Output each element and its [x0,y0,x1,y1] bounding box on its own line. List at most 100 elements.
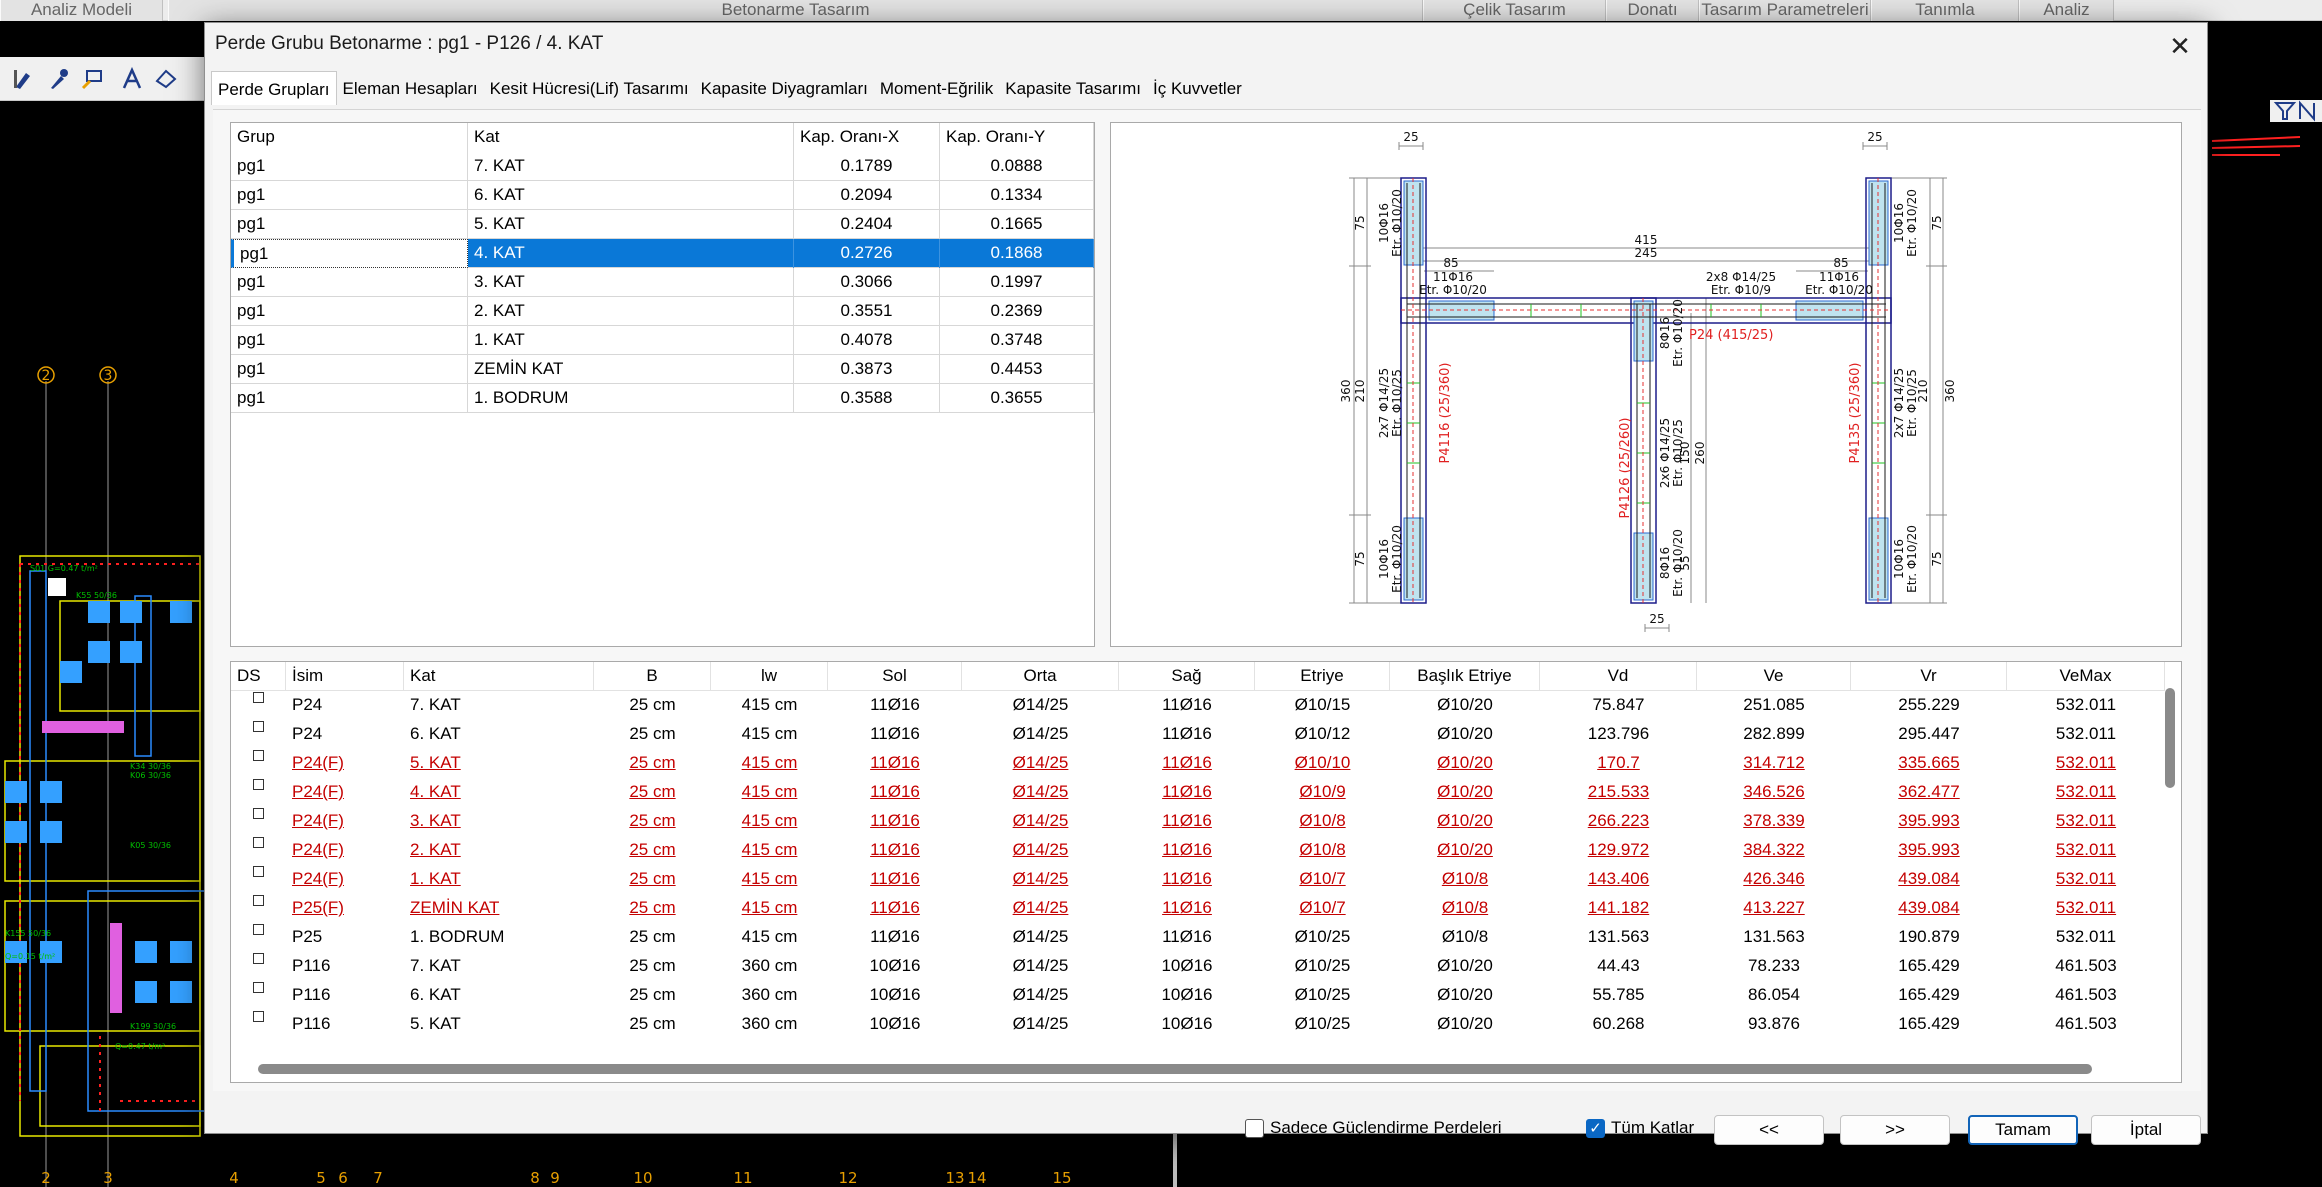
tab-eleman-hesaplari[interactable]: Eleman Hesapları [337,75,484,105]
ds-checkbox-cell[interactable] [231,807,286,836]
column-header[interactable]: B [594,662,711,691]
column-header[interactable]: lw [711,662,828,691]
table-row[interactable]: pg1 ZEMİN KAT 0.3873 0.4453 [231,355,1094,384]
column-header[interactable]: Vr [1851,662,2007,691]
table-row[interactable]: pg1 6. KAT 0.2094 0.1334 [231,181,1094,210]
table-row[interactable]: pg1 5. KAT 0.2404 0.1665 [231,210,1094,239]
wall-detail-table[interactable]: DS İsim Kat Blw Sol Orta Sağ Etriye Başlık Etriy… [230,661,2182,1083]
column-header[interactable]: Kap. Oranı-X [794,123,940,152]
ds-checkbox-cell[interactable] [231,865,286,894]
column-header[interactable]: Orta [962,662,1119,691]
menu-betonarme-tasarim[interactable]: Betonarme Tasarım [168,0,1423,21]
ds-checkbox[interactable] [253,982,264,993]
column-header[interactable]: Vd [1540,662,1697,691]
ds-checkbox[interactable] [253,808,264,819]
ds-checkbox[interactable] [253,953,264,964]
ds-checkbox-cell[interactable] [231,894,286,923]
wall-group-table[interactable]: Grup Kat Kap. Oranı-X Kap. Oranı-Y pg1 7. KAT… [230,122,1095,647]
table-row[interactable]: P116 5. KAT 25 cm 360 cm 10Ø16 Ø14/25 10Ø16 Ø10… [231,1010,2181,1039]
table-cell: Ø14/25 [1012,724,1069,743]
table-row[interactable]: P116 6. KAT 25 cm 360 cm 10Ø16 Ø14/25 10Ø16 Ø10… [231,981,2181,1010]
column-header[interactable]: Kap. Oranı-Y [940,123,1094,152]
wall-section-drawing[interactable]: 25 25 25 415 245 85 85 75 75 360 210 75 … [1110,122,2182,647]
column-header[interactable]: Sağ [1119,662,1255,691]
tab-moment-egrilik[interactable]: Moment-Eğrilik [874,75,999,105]
table-row[interactable]: P24(F) 4. KAT 25 cm 415 cm 11Ø16 Ø14/25 11Ø16 Ø… [231,778,2181,807]
menu-analiz[interactable]: Analiz [2019,0,2114,21]
ds-checkbox-cell[interactable] [231,778,286,807]
filter-icon[interactable] [2270,100,2322,122]
table-row[interactable]: P24(F) 2. KAT 25 cm 415 cm 11Ø16 Ø14/25 11Ø16 Ø… [231,836,2181,865]
column-header[interactable]: İsim [286,662,404,691]
column-header[interactable]: Ve [1697,662,1851,691]
previous-button[interactable]: << [1714,1115,1824,1145]
ds-checkbox[interactable] [253,837,264,848]
checkbox-box[interactable] [1245,1119,1264,1139]
ds-checkbox[interactable] [253,895,264,906]
ds-checkbox[interactable] [253,1011,264,1022]
column-header[interactable]: VeMax [2007,662,2165,691]
view-filter-icons[interactable] [2270,100,2322,122]
ds-checkbox[interactable] [253,924,264,935]
next-button[interactable]: >> [1840,1115,1950,1145]
column-header[interactable]: Kat [468,123,794,152]
table-row[interactable]: P25(F) ZEMİN KAT 25 cm 415 cm 11Ø16 Ø14/25 11Ø… [231,894,2181,923]
cancel-button[interactable]: İptal [2091,1115,2201,1145]
table-row[interactable]: P24 7. KAT 25 cm 415 cm 11Ø16 Ø14/25 11Ø16 Ø10/… [231,691,2181,720]
edit-pen-icon[interactable] [12,67,36,91]
ds-checkbox[interactable] [253,692,264,703]
table-row[interactable]: pg1 1. BODRUM 0.3588 0.3655 [231,384,1094,413]
tab-kapasite-diyagramlari[interactable]: Kapasite Diyagramları [695,75,874,105]
vertical-scrollbar[interactable] [2165,688,2175,788]
table-row[interactable]: P24(F) 5. KAT 25 cm 415 cm 11Ø16 Ø14/25 11Ø16 Ø… [231,749,2181,778]
all-floors-checkbox[interactable]: ✓ Tüm Katlar [1586,1118,1694,1140]
menu-tanimla[interactable]: Tanımla [1871,0,2019,21]
ds-checkbox-cell[interactable] [231,1010,286,1039]
table-row[interactable]: pg1 1. KAT 0.4078 0.3748 [231,326,1094,355]
column-header[interactable]: Başlık Etriye [1390,662,1540,691]
ds-checkbox-cell[interactable] [231,720,286,749]
table-row[interactable]: P25 1. BODRUM 25 cm 415 cm 11Ø16 Ø14/25 11Ø16 Ø… [231,923,2181,952]
ok-button[interactable]: Tamam [1968,1115,2078,1145]
menu-analiz-modeli[interactable]: Analiz Modeli [0,0,163,21]
menu-celik-tasarim[interactable]: Çelik Tasarım [1423,0,1606,21]
ds-checkbox[interactable] [253,750,264,761]
column-header[interactable]: Etriye [1255,662,1390,691]
table-cell: 7. KAT [410,956,461,975]
ds-checkbox[interactable] [253,779,264,790]
table-row[interactable]: P24 6. KAT 25 cm 415 cm 11Ø16 Ø14/25 11Ø16 Ø10/… [231,720,2181,749]
ds-checkbox-cell[interactable] [231,952,286,981]
table-row[interactable]: pg1 7. KAT 0.1789 0.0888 [231,152,1094,181]
table-row[interactable]: P24(F) 3. KAT 25 cm 415 cm 11Ø16 Ø14/25 11Ø16 Ø… [231,807,2181,836]
table-row[interactable]: P116 7. KAT 25 cm 360 cm 10Ø16 Ø14/25 10Ø16 Ø10… [231,952,2181,981]
menu-tasarim-parametreleri[interactable]: Tasarım Parametreleri [1699,0,1871,21]
tab-kesit-hucresi[interactable]: Kesit Hücresi(Lif) Tasarımı [484,75,695,105]
pipette-icon[interactable] [46,67,70,91]
tab-kapasite-tasarimi[interactable]: Kapasite Tasarımı [999,75,1147,105]
close-button[interactable]: ✕ [2161,29,2199,63]
table-row[interactable]: pg1 2. KAT 0.3551 0.2369 [231,297,1094,326]
tab-ic-kuvvetler[interactable]: İç Kuvvetler [1147,75,1248,105]
ds-checkbox-cell[interactable] [231,981,286,1010]
label-tag-icon[interactable] [80,67,104,91]
ds-checkbox-cell[interactable] [231,691,286,720]
table-row[interactable]: pg1 4. KAT 0.2726 0.1868 [231,239,1094,268]
select-region-icon[interactable] [154,67,178,91]
column-header[interactable]: Kat [404,662,594,691]
table-row[interactable]: pg1 3. KAT 0.3066 0.1997 [231,268,1094,297]
ds-checkbox-cell[interactable] [231,836,286,865]
ds-checkbox-cell[interactable] [231,749,286,778]
only-strengthening-checkbox[interactable]: Sadece Güçlendirme Perdeleri [1245,1118,1502,1140]
table-row[interactable]: P24(F) 1. KAT 25 cm 415 cm 11Ø16 Ø14/25 11Ø16 Ø… [231,865,2181,894]
ds-checkbox[interactable] [253,866,264,877]
ds-checkbox[interactable] [253,721,264,732]
menu-donati[interactable]: Donatı [1606,0,1699,21]
checkbox-box[interactable]: ✓ [1586,1119,1605,1139]
column-header[interactable]: Grup [231,123,468,152]
tab-perde-gruplari[interactable]: Perde Grupları [211,71,337,105]
column-header[interactable]: DS [231,662,286,691]
horizontal-scrollbar[interactable] [258,1064,2092,1074]
ds-checkbox-cell[interactable] [231,923,286,952]
text-tool-icon[interactable] [120,67,144,91]
column-header[interactable]: Sol [828,662,962,691]
